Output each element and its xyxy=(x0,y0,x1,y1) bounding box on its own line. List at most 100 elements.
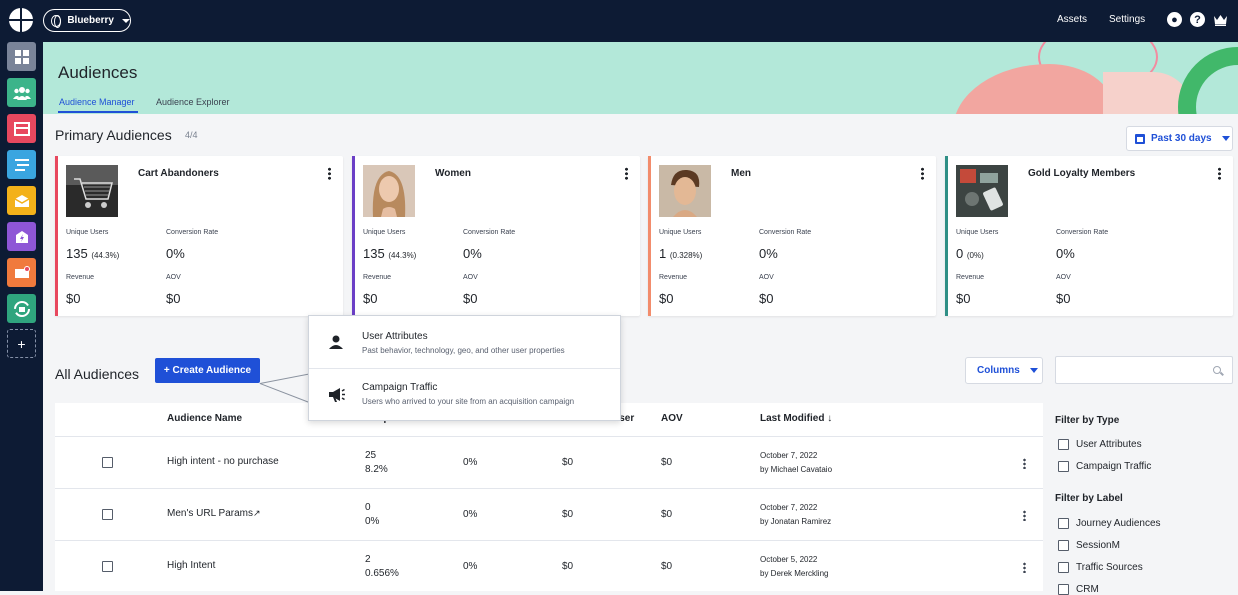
aov-value: $0 xyxy=(661,561,673,572)
list-icon xyxy=(14,158,29,171)
help-icon[interactable]: ? xyxy=(1190,12,1205,27)
revenue-label: Revenue xyxy=(659,274,688,281)
filter-type-user-attributes[interactable]: User Attributes xyxy=(1058,439,1142,450)
sidebar-item-ads[interactable] xyxy=(7,258,36,287)
table-row[interactable]: High intent - no purchase 25 8.2% 0% $0 $… xyxy=(55,436,1043,488)
row-checkbox[interactable] xyxy=(102,457,113,468)
sidebar-item-email[interactable] xyxy=(7,186,36,215)
more-options-icon[interactable] xyxy=(625,167,628,180)
sidebar-item-audiences[interactable] xyxy=(7,78,36,107)
shopping-cart-photo xyxy=(66,165,118,217)
add-app-button[interactable]: + xyxy=(7,329,36,358)
sidebar: + xyxy=(0,42,43,591)
filter-type-campaign-traffic[interactable]: Campaign Traffic xyxy=(1058,461,1151,472)
conversion-rate-value: 0% xyxy=(759,246,778,261)
sidebar-item-dashboard[interactable] xyxy=(7,42,36,71)
filter-checkbox[interactable] xyxy=(1058,562,1069,573)
dropdown-connector xyxy=(259,383,309,403)
aov-value: $0 xyxy=(1056,291,1071,306)
filter-label-crm[interactable]: CRM xyxy=(1058,584,1099,595)
conversion-rate-label: Conversion Rate xyxy=(759,229,812,236)
audience-card-men[interactable]: Men Unique Users Conversion Rate 1 (0.32… xyxy=(648,156,936,316)
aov-value: $0 xyxy=(759,291,774,306)
settings-link[interactable]: Settings xyxy=(1109,14,1145,25)
aov-label: AOV xyxy=(759,274,774,281)
more-options-icon[interactable] xyxy=(328,167,331,180)
unique-users-value: 2 0.656% xyxy=(365,554,399,579)
app-logo[interactable] xyxy=(9,8,33,32)
external-link-icon[interactable]: ↗ xyxy=(253,508,261,518)
create-audience-button[interactable]: + Create Audience xyxy=(155,358,260,383)
assets-link[interactable]: Assets xyxy=(1057,14,1087,25)
filter-label-traffic-sources[interactable]: Traffic Sources xyxy=(1058,562,1143,573)
filter-checkbox[interactable] xyxy=(1058,439,1069,450)
revenue-value: $0 xyxy=(956,291,971,306)
revenue-value: $0 xyxy=(562,457,574,468)
date-range-button[interactable]: Past 30 days xyxy=(1126,126,1233,151)
more-options-icon[interactable] xyxy=(921,167,924,180)
revenue-value: $0 xyxy=(562,561,574,572)
more-options-icon[interactable] xyxy=(1023,458,1026,469)
menu-item-subtitle: Past behavior, technology, geo, and othe… xyxy=(362,346,565,355)
filter-checkbox[interactable] xyxy=(1058,461,1069,472)
more-options-icon[interactable] xyxy=(1218,167,1221,180)
menu-item-campaign-traffic[interactable]: Campaign Traffic Users who arrived to yo… xyxy=(309,369,620,421)
search-icon[interactable] xyxy=(1213,366,1221,374)
ads-icon xyxy=(14,265,30,278)
account-icon[interactable]: ● xyxy=(1167,12,1182,27)
more-options-icon[interactable] xyxy=(1023,562,1026,573)
filter-by-label-title: Filter by Label xyxy=(1055,493,1123,504)
table-row[interactable]: High Intent 2 0.656% 0% $0 $0 October 5, … xyxy=(55,540,1043,592)
column-header-aov[interactable]: AOV xyxy=(661,413,683,424)
row-checkbox[interactable] xyxy=(102,509,113,520)
calendar-icon xyxy=(1135,133,1145,144)
column-header-last-modified[interactable]: Last Modified ↓ xyxy=(760,413,832,424)
card-name: Cart Abandoners xyxy=(138,168,219,179)
dashboard-icon xyxy=(14,49,29,64)
email-icon xyxy=(14,194,29,207)
last-modified: October 7, 2022 by Jonatan Ramirez xyxy=(760,503,832,526)
unique-users-label: Unique Users xyxy=(363,229,406,236)
filter-label-sessionm[interactable]: SessionM xyxy=(1058,540,1120,551)
sidebar-item-lists[interactable] xyxy=(7,150,36,179)
filter-checkbox[interactable] xyxy=(1058,518,1069,529)
filter-checkbox[interactable] xyxy=(1058,584,1069,595)
search-box xyxy=(1055,356,1233,384)
columns-button[interactable]: Columns xyxy=(965,357,1043,384)
revenue-value: $0 xyxy=(659,291,674,306)
audience-name[interactable]: High intent - no purchase xyxy=(167,456,279,467)
filter-checkbox[interactable] xyxy=(1058,540,1069,551)
more-options-icon[interactable] xyxy=(1023,510,1026,521)
dropdown-connector xyxy=(260,373,310,384)
row-checkbox[interactable] xyxy=(102,561,113,572)
audience-card-women[interactable]: Women Unique Users Conversion Rate 135 (… xyxy=(352,156,640,316)
conversion-rate-value: 0% xyxy=(463,246,482,261)
card-name: Gold Loyalty Members xyxy=(1028,168,1136,179)
table-row[interactable]: Men's URL Params↗ 0 0% 0% $0 $0 October 7… xyxy=(55,488,1043,540)
unique-users-value: 1 (0.328%) xyxy=(659,246,703,261)
sidebar-item-layouts[interactable] xyxy=(7,114,36,143)
create-audience-dropdown: User Attributes Past behavior, technolog… xyxy=(308,315,621,421)
menu-item-user-attributes[interactable]: User Attributes Past behavior, technolog… xyxy=(309,317,620,369)
audiences-icon xyxy=(12,86,31,100)
caret-down-icon xyxy=(1029,368,1038,373)
aov-label: AOV xyxy=(166,274,181,281)
all-audiences-title: All Audiences xyxy=(55,366,140,382)
revenue-label: Revenue xyxy=(66,274,95,281)
search-input[interactable] xyxy=(1062,357,1212,383)
tab-audience-explorer[interactable]: Audience Explorer xyxy=(156,97,230,107)
filter-label-journey[interactable]: Journey Audiences xyxy=(1058,518,1161,529)
sidebar-item-push[interactable] xyxy=(7,222,36,251)
workspace-label: Blueberry xyxy=(67,15,114,26)
audience-card-cart-abandoners[interactable]: Cart Abandoners Unique Users Conversion … xyxy=(55,156,343,316)
crown-icon[interactable] xyxy=(1213,14,1228,26)
conversion-rate-value: 0% xyxy=(1056,246,1075,261)
sidebar-item-sync[interactable] xyxy=(7,294,36,323)
card-accent xyxy=(945,156,948,316)
audience-card-gold-loyalty[interactable]: Gold Loyalty Members Unique Users Conver… xyxy=(945,156,1233,316)
column-header-name[interactable]: Audience Name xyxy=(167,413,242,424)
tab-audience-manager[interactable]: Audience Manager xyxy=(59,97,135,107)
audience-name[interactable]: Men's URL Params↗ xyxy=(167,508,261,519)
audience-name[interactable]: High Intent xyxy=(167,560,215,571)
workspace-selector[interactable]: Blueberry xyxy=(43,9,131,32)
